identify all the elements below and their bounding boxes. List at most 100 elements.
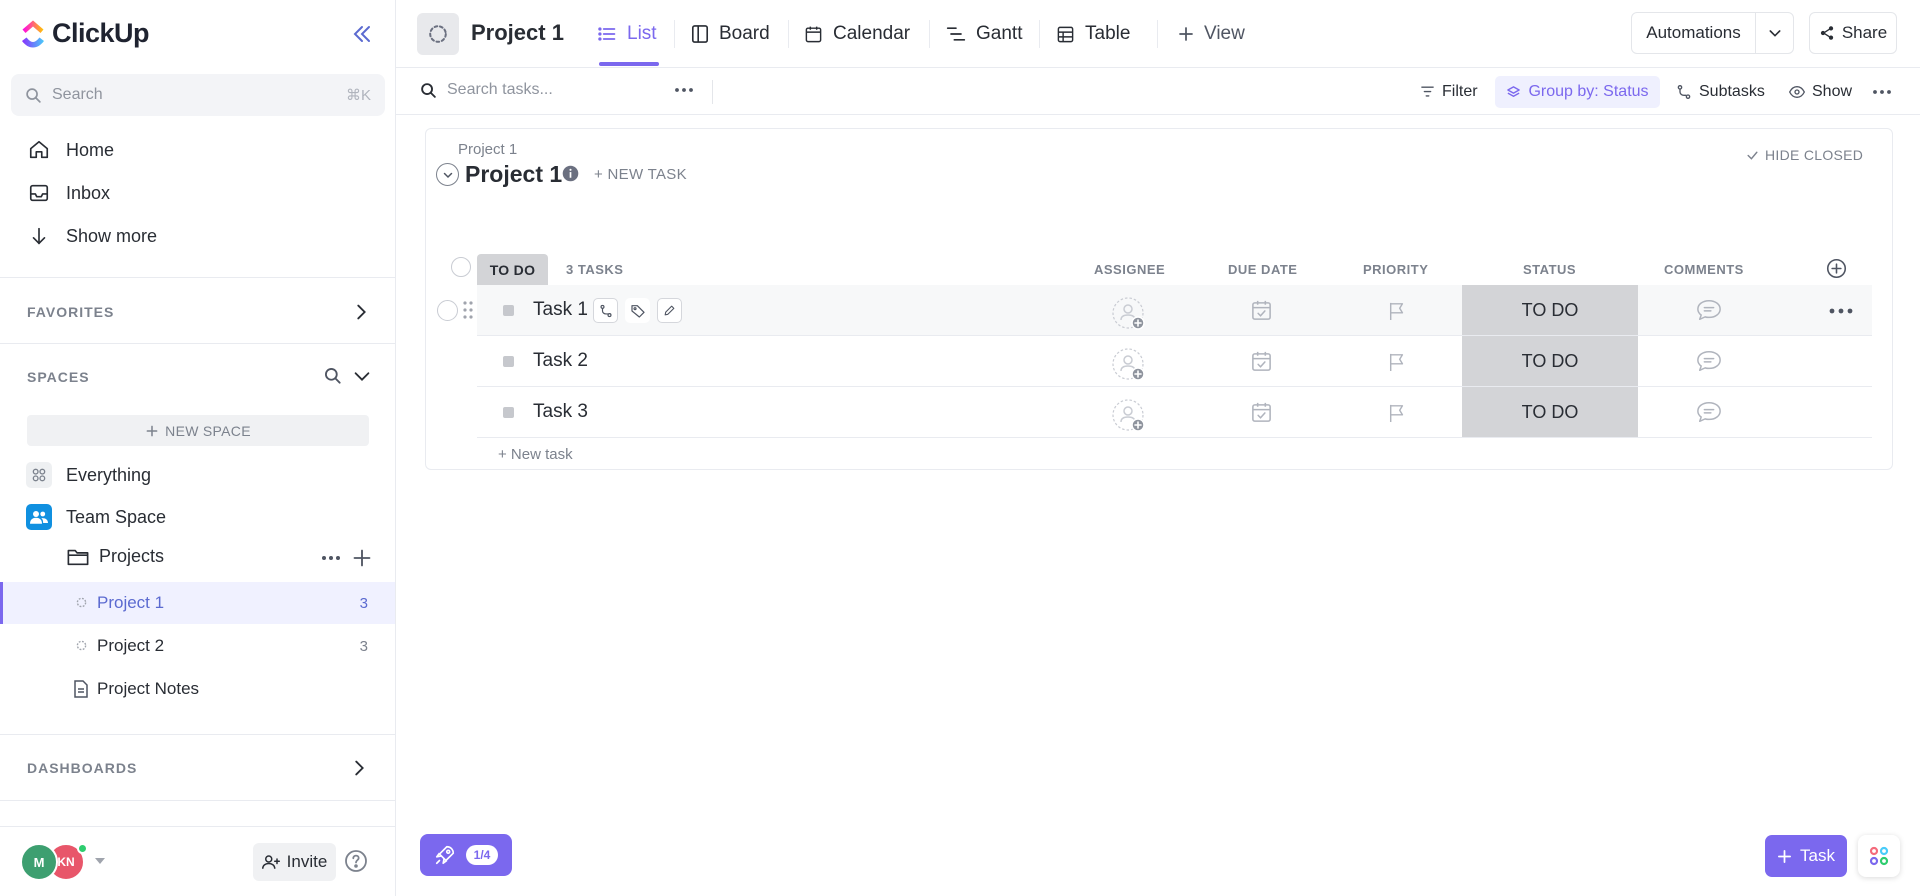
status-cell[interactable]: TO DO: [1462, 387, 1638, 437]
add-column-icon[interactable]: [1826, 258, 1847, 279]
task-name[interactable]: Task 2: [533, 350, 588, 372]
comment-icon[interactable]: [1696, 400, 1722, 424]
nav-home-label: Home: [66, 139, 115, 160]
sidebar-search[interactable]: Search ⌘K: [11, 74, 385, 116]
automations-button-group: Automations: [1631, 12, 1794, 54]
share-button[interactable]: Share: [1809, 12, 1897, 54]
task-search-input[interactable]: Search tasks...: [420, 81, 553, 99]
breadcrumb[interactable]: Project 1: [458, 141, 517, 158]
collapse-sidebar-icon[interactable]: [350, 22, 374, 46]
clickup-logo[interactable]: ClickUp: [20, 18, 150, 49]
list-label: Project 1: [97, 593, 165, 612]
column-header-status[interactable]: STATUS: [1523, 262, 1576, 277]
new-task-button[interactable]: + NEW TASK: [594, 166, 687, 183]
nav-home[interactable]: Home: [28, 139, 114, 161]
hide-closed-button[interactable]: HIDE CLOSED: [1746, 147, 1863, 163]
space-everything[interactable]: Everything: [26, 462, 151, 488]
tab-calendar[interactable]: Calendar: [804, 0, 910, 68]
status-cell[interactable]: TO DO: [1462, 285, 1638, 335]
dashboards-title[interactable]: DASHBOARDS: [27, 760, 137, 776]
tag-icon[interactable]: [625, 298, 650, 323]
chevron-right-icon[interactable]: [348, 757, 370, 779]
task-name[interactable]: Task 1: [533, 299, 588, 321]
assignee-icon[interactable]: [1111, 296, 1147, 332]
task-select-checkbox[interactable]: [437, 300, 458, 321]
tab-list[interactable]: List: [597, 0, 657, 68]
automations-button[interactable]: Automations: [1632, 13, 1756, 53]
caret-down-icon[interactable]: [95, 858, 105, 865]
due-date-icon[interactable]: [1250, 401, 1273, 424]
apps-icon[interactable]: [1858, 835, 1900, 877]
add-view-button[interactable]: View: [1178, 0, 1245, 68]
favorites-title[interactable]: FAVORITES: [27, 304, 114, 320]
filter-button[interactable]: Filter: [1420, 68, 1478, 115]
help-icon[interactable]: [344, 849, 368, 873]
task-status-square[interactable]: [503, 305, 514, 316]
list-settings-icon[interactable]: [417, 13, 459, 55]
column-header-priority[interactable]: PRIORITY: [1363, 262, 1428, 277]
group-select-checkbox[interactable]: [451, 257, 471, 277]
due-date-icon[interactable]: [1250, 350, 1273, 373]
automations-dropdown-icon[interactable]: [1756, 13, 1793, 53]
active-tab-indicator: [599, 62, 659, 66]
comment-icon[interactable]: [1696, 298, 1722, 322]
onboarding-button[interactable]: 1/4: [420, 834, 512, 876]
assignee-icon[interactable]: [1111, 347, 1147, 383]
avatar-m[interactable]: M: [20, 843, 58, 881]
due-date-icon[interactable]: [1250, 299, 1273, 322]
nav-show-more[interactable]: Show more: [28, 225, 157, 247]
search-options-icon[interactable]: [674, 80, 694, 100]
row-more-icon[interactable]: [1829, 307, 1853, 315]
tab-table[interactable]: Table: [1056, 0, 1130, 68]
collapse-list-icon[interactable]: [436, 163, 459, 186]
priority-flag-icon[interactable]: [1388, 403, 1406, 423]
list-label: Project 2: [97, 636, 165, 655]
more-options-icon[interactable]: [1872, 82, 1892, 102]
task-status-square[interactable]: [503, 356, 514, 367]
chevron-right-icon[interactable]: [350, 301, 372, 323]
priority-flag-icon[interactable]: [1388, 352, 1406, 372]
chevron-down-icon[interactable]: [351, 365, 373, 387]
page-title[interactable]: Project 1: [471, 20, 564, 46]
column-header-due-date[interactable]: DUE DATE: [1228, 262, 1297, 277]
priority-flag-icon[interactable]: [1388, 301, 1406, 321]
status-group-badge[interactable]: TO DO: [477, 254, 548, 285]
folder-projects[interactable]: Projects: [67, 546, 164, 567]
status-cell[interactable]: TO DO: [1462, 336, 1638, 386]
task-name[interactable]: Task 3: [533, 401, 588, 423]
info-icon[interactable]: [562, 165, 579, 182]
table-row[interactable]: Task 1 TO DO: [437, 285, 1872, 336]
assignee-icon[interactable]: [1111, 398, 1147, 434]
app-name: ClickUp: [52, 18, 150, 48]
add-task-link[interactable]: + New task: [498, 446, 573, 463]
task-status-square[interactable]: [503, 407, 514, 418]
nav-inbox[interactable]: Inbox: [28, 182, 110, 204]
column-header-comments[interactable]: COMMENTS: [1664, 262, 1744, 277]
table-row[interactable]: Task 2 TO DO: [477, 336, 1872, 387]
comment-icon[interactable]: [1696, 349, 1722, 373]
list-count: 3: [359, 637, 368, 655]
search-spaces-icon[interactable]: [323, 366, 343, 386]
edit-icon[interactable]: [657, 298, 682, 323]
toolbar-separator: [712, 80, 713, 104]
folder-add-icon[interactable]: [352, 548, 372, 568]
tab-calendar-label: Calendar: [833, 23, 911, 44]
folder-more-icon[interactable]: [320, 551, 342, 565]
invite-button[interactable]: Invite: [253, 843, 336, 881]
tab-board[interactable]: Board: [691, 0, 770, 68]
column-header-assignee[interactable]: ASSIGNEE: [1094, 262, 1165, 277]
table-row[interactable]: Task 3 TO DO: [477, 387, 1872, 438]
tab-gantt[interactable]: Gantt: [946, 0, 1022, 68]
space-team-space[interactable]: Team Space: [26, 504, 166, 530]
sidebar-list-project-2[interactable]: Project 2 3: [0, 625, 395, 667]
list-title[interactable]: Project 1: [465, 161, 562, 188]
group-by-button[interactable]: Group by: Status: [1495, 76, 1660, 108]
add-subtask-icon[interactable]: [593, 298, 618, 323]
create-task-button[interactable]: Task: [1765, 835, 1847, 877]
show-button[interactable]: Show: [1789, 68, 1852, 115]
sidebar-list-project-1[interactable]: Project 1 3: [0, 582, 395, 624]
drag-handle-icon[interactable]: [463, 300, 473, 320]
sidebar-doc-project-notes[interactable]: Project Notes: [0, 668, 395, 710]
new-space-button[interactable]: NEW SPACE: [27, 415, 369, 446]
subtasks-button[interactable]: Subtasks: [1676, 68, 1765, 115]
